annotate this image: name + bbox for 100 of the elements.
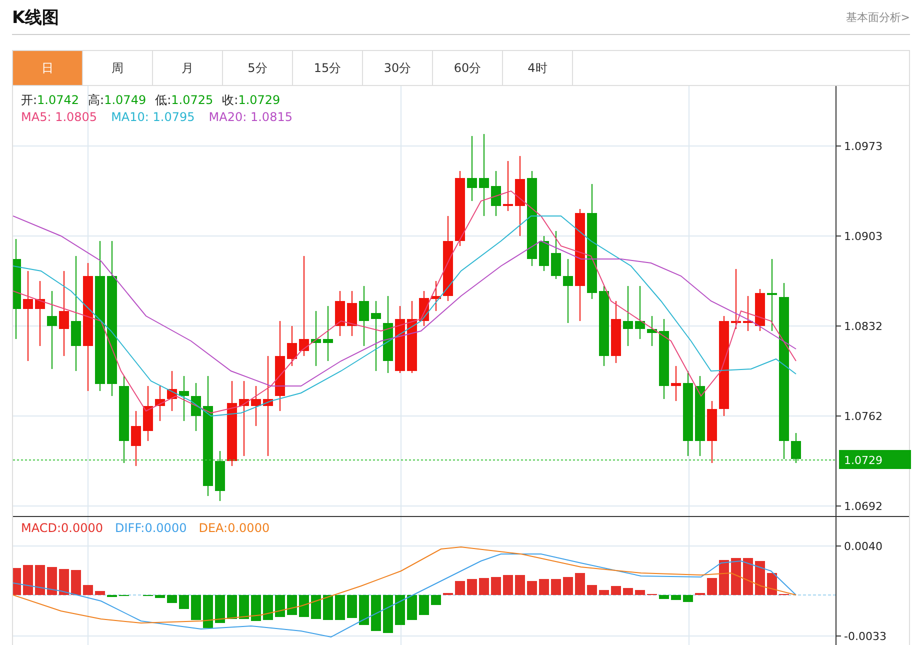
fundamental-analysis-link[interactable]: 基本面分析> [846,10,910,24]
price-tick-label: 1.0903 [844,230,882,243]
candlestick [539,236,549,272]
macd-bar [419,595,429,615]
candlestick [623,286,633,346]
candlestick [743,296,753,332]
macd-bar [359,595,369,625]
quote-value: 收:1.0729 [222,92,280,109]
macd-bar [47,567,57,595]
macd-bar [395,595,405,625]
macd-bar [431,595,441,605]
candlestick [419,290,429,326]
candlestick [611,300,621,364]
macd-bar [515,575,525,595]
macd-bar [263,595,273,620]
macd-bar [371,595,381,631]
macd-bar [755,561,765,595]
price-tick-label: 1.0762 [844,410,882,423]
macd-bar [635,590,645,595]
macd-bar [335,595,345,620]
candlestick [143,386,153,442]
macd-bar [59,569,69,595]
current-price-label: 1.0729 [839,450,911,469]
macd-bar [275,595,285,617]
macd-bar [611,586,621,595]
candlestick [731,268,741,330]
macd-bar [575,573,585,595]
macd-bar [323,595,333,620]
candlestick [503,160,513,212]
macd-bar [623,588,633,595]
macd-bar [215,595,225,623]
moving-average-value: MA5: 1.0805 [21,110,98,124]
candlestick [131,410,141,466]
candlestick [371,300,381,372]
candlestick [191,382,201,432]
macd-bar [227,595,237,619]
candlestick [395,306,405,374]
macd-bar [95,591,105,595]
macd-bar [347,595,357,618]
candlestick [155,386,165,422]
macd-bar [659,595,669,599]
macd-bar [299,595,309,617]
candlestick [323,306,333,362]
quote-value: 高:1.0749 [88,92,146,109]
macd-bar [719,560,729,595]
candlestick [707,400,717,464]
macd-bar [83,585,93,595]
candlestick [359,286,369,346]
macd-bar [767,573,777,595]
price-tick-label: 1.0692 [844,500,882,513]
candlestick [347,290,357,336]
macd-bar [683,595,693,602]
price-tick-label: 1.0832 [844,320,882,333]
macd-bar [503,575,513,595]
candlestick [635,286,645,340]
candlestick [647,316,657,346]
macd-bar [191,595,201,620]
quote-value: 低:1.0725 [155,92,214,109]
macd-bar [407,595,417,620]
macd-bar [587,585,597,595]
candlestick [215,450,225,502]
price-tick-label: 1.0973 [844,140,882,153]
macd-bar [707,578,717,595]
candlestick [563,258,573,324]
macd-bar [551,579,561,595]
page-title: K线图 [12,6,60,28]
candlestick [251,386,261,426]
macd-tick-label: -0.0033 [844,630,886,643]
candlestick [491,170,501,216]
macd-bar [239,595,249,619]
macd-bar [479,578,489,595]
macd-legend-value: DEA:0.0000 [198,521,270,535]
macd-legend-value: DIFF:0.0000 [115,521,187,535]
macd-bar [167,595,177,603]
candlestick [755,288,765,332]
macd-bar [671,595,681,600]
macd-bar [71,570,81,595]
candlestick [35,280,45,346]
macd-bar [311,595,321,619]
macd-bar [13,568,21,595]
macd-tick-label: 0.0040 [844,540,882,553]
macd-bar [455,581,465,595]
macd-bar [743,558,753,595]
macd-bar [155,595,165,598]
macd-bar [563,577,573,595]
macd-bar [539,579,549,595]
macd-bar [23,565,33,595]
moving-average-value: MA20: 1.0815 [208,110,292,124]
candlestick [179,376,189,422]
candlestick [671,366,681,402]
candlestick [431,280,441,312]
macd-bar [287,595,297,615]
macd-bar [251,595,261,621]
candlestick [167,370,177,412]
macd-bar [491,577,501,595]
macd-bar [599,590,609,595]
candlestick [311,310,321,366]
macd-bar [179,595,189,609]
candlestick [335,290,345,336]
quote-value: 开:1.0742 [21,92,80,109]
